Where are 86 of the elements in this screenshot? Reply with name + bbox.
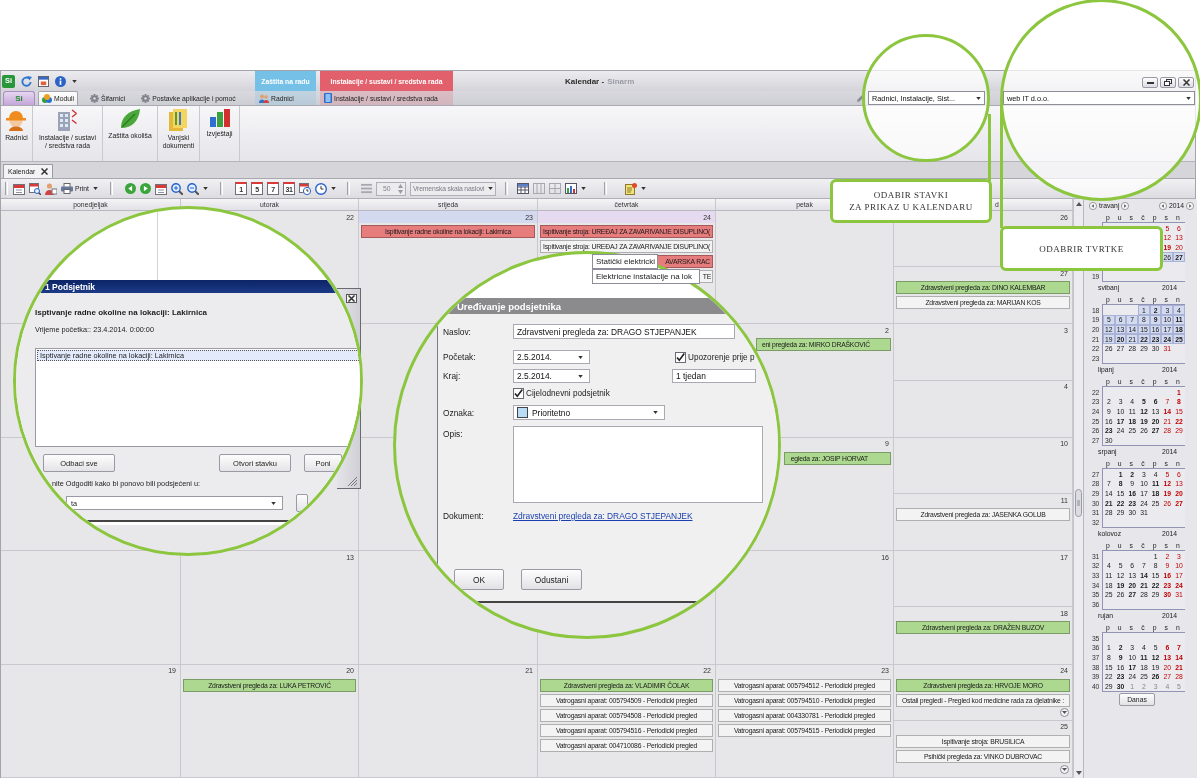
scroll-thumb-icon[interactable] bbox=[1075, 489, 1082, 517]
leader-line bbox=[988, 114, 991, 181]
app-name: Sinarm bbox=[607, 76, 635, 86]
refresh-icon[interactable] bbox=[21, 75, 32, 87]
caret-icon bbox=[488, 187, 493, 190]
restore-icon bbox=[1164, 79, 1172, 86]
caret-icon[interactable] bbox=[581, 187, 586, 190]
subject-input[interactable]: Zdravstveni pregleda za: DRAGO STJEPANJEK bbox=[513, 324, 735, 339]
document-link[interactable]: Zdravstveni pregleda za: DRAGO STJEPANJEK bbox=[513, 511, 693, 521]
caret-icon bbox=[578, 374, 583, 378]
gear-icon bbox=[90, 94, 100, 103]
checkbox[interactable]: Cijelodnevni podsjetnik bbox=[513, 388, 610, 399]
event-tooltip[interactable]: Statički elektricki bbox=[592, 254, 658, 269]
bar-chart-icon bbox=[209, 109, 230, 127]
folder-icon bbox=[169, 109, 188, 131]
chevron-down-icon bbox=[1062, 768, 1067, 772]
caret-icon[interactable] bbox=[72, 79, 77, 83]
field-label: Dokument: bbox=[443, 511, 484, 521]
previous-arrow-icon[interactable] bbox=[1158, 201, 1167, 210]
caret-icon bbox=[578, 355, 583, 359]
field-label: Opis: bbox=[443, 428, 463, 439]
arrow-right-icon[interactable] bbox=[140, 183, 151, 194]
table-icon[interactable] bbox=[517, 183, 529, 194]
field-label: Naslov: bbox=[443, 326, 471, 337]
caret-icon bbox=[1186, 96, 1191, 100]
chevron-down-icon bbox=[1062, 710, 1067, 714]
caret-icon bbox=[271, 501, 276, 505]
next-arrow-icon[interactable] bbox=[1121, 201, 1130, 210]
close-icon bbox=[1182, 79, 1190, 86]
caret-icon[interactable] bbox=[641, 187, 646, 190]
person-icon[interactable] bbox=[45, 182, 57, 195]
caret-icon bbox=[976, 96, 981, 100]
printer-icon bbox=[61, 183, 73, 194]
dialog-button[interactable]: OK bbox=[454, 569, 504, 590]
calendar-icon[interactable] bbox=[13, 182, 25, 195]
checkbox-icon[interactable] bbox=[513, 388, 524, 399]
close-button[interactable] bbox=[346, 294, 357, 303]
resize-grip-icon bbox=[348, 477, 357, 486]
caret-icon[interactable] bbox=[93, 187, 98, 190]
snooze-button[interactable] bbox=[296, 494, 308, 512]
callout-label: ODABRIR TVRTKE bbox=[1000, 226, 1163, 271]
arrow-left-icon[interactable] bbox=[125, 183, 136, 194]
next-arrow-icon[interactable] bbox=[1186, 201, 1194, 210]
tag-dropdown[interactable]: Prioritetno bbox=[513, 405, 665, 420]
window-title: Kalendar - bbox=[565, 76, 605, 86]
more-events-button[interactable] bbox=[1060, 765, 1069, 775]
clock-icon[interactable] bbox=[315, 182, 327, 195]
caret-icon[interactable] bbox=[203, 187, 208, 190]
checkbox-icon[interactable] bbox=[675, 351, 686, 363]
zoom-out-icon[interactable] bbox=[187, 182, 199, 195]
scroll-down-icon[interactable] bbox=[1075, 771, 1082, 775]
callout-label: ODABIR STAVKI ZA PRIKAZ U KALENDARU bbox=[830, 179, 992, 223]
info-icon[interactable] bbox=[55, 75, 66, 87]
end-date-dropdown[interactable]: 2.5.2014. bbox=[513, 369, 590, 383]
reminder-subject: Isptivanje radne okoline na lokaciji: Lakirnica bbox=[35, 307, 208, 318]
book-icon bbox=[324, 93, 332, 103]
calendar-icon[interactable] bbox=[155, 182, 167, 195]
caret-icon[interactable] bbox=[331, 187, 336, 190]
leaf-icon bbox=[120, 109, 140, 129]
color-swatch-icon bbox=[517, 407, 528, 418]
more-events-button[interactable] bbox=[1060, 707, 1069, 717]
start-date-dropdown[interactable]: 2.5.2014. bbox=[513, 350, 590, 364]
calendar-clock-icon[interactable] bbox=[299, 182, 311, 195]
dialog-button[interactable]: Odustani bbox=[521, 569, 582, 590]
close-icon[interactable] bbox=[41, 168, 49, 175]
zoom-in-icon[interactable] bbox=[171, 182, 183, 195]
field-label: Kraj: bbox=[443, 371, 461, 381]
window-icon[interactable] bbox=[38, 75, 49, 87]
close-icon bbox=[348, 295, 355, 302]
checkbox[interactable]: Upozorenje prije p bbox=[675, 351, 755, 363]
caret-icon bbox=[653, 411, 658, 414]
calendar-search-icon[interactable] bbox=[29, 182, 41, 195]
building-icon bbox=[57, 109, 78, 131]
field-label: Oznaka: bbox=[443, 407, 475, 418]
circles-icon bbox=[42, 94, 52, 103]
chart-icon[interactable] bbox=[565, 183, 577, 194]
minimize-icon bbox=[1146, 81, 1154, 84]
spin-arrows-icon bbox=[398, 183, 403, 194]
event-tooltip[interactable]: Elektricne instalacije na lok bbox=[592, 269, 700, 284]
note-icon[interactable] bbox=[625, 182, 637, 195]
people-icon bbox=[259, 93, 269, 103]
field-label: Početak: bbox=[443, 352, 476, 362]
previous-arrow-icon[interactable] bbox=[1089, 201, 1097, 210]
gear-icon bbox=[141, 94, 151, 103]
worker-icon bbox=[6, 109, 27, 131]
alert-time-dropdown[interactable]: 1 tjedan bbox=[672, 369, 756, 383]
